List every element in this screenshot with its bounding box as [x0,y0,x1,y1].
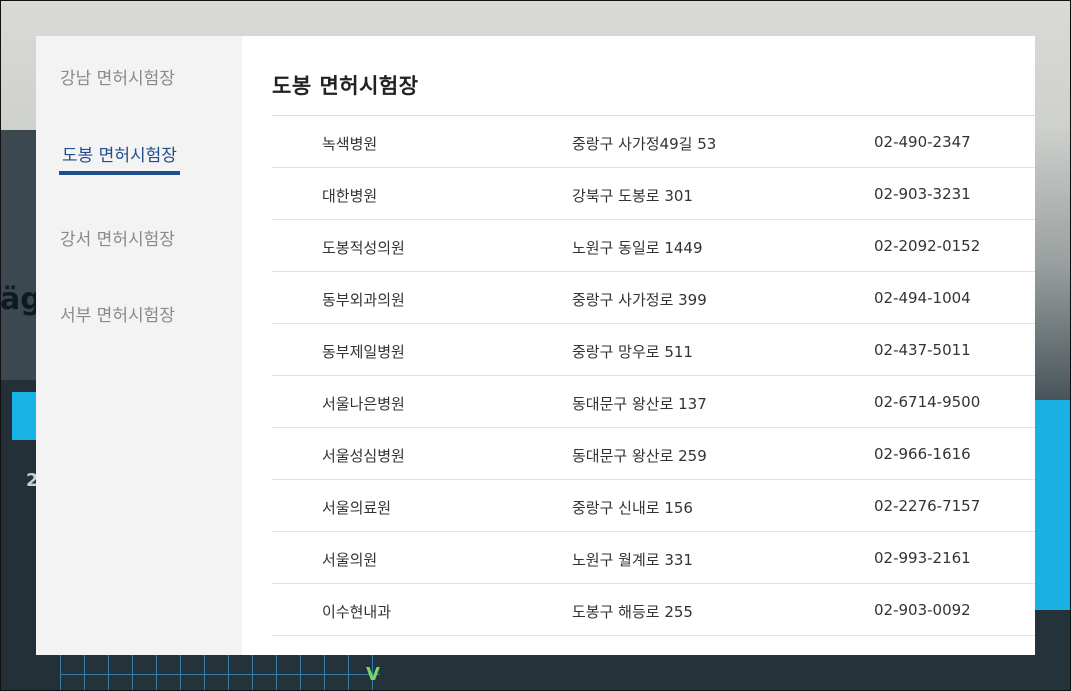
table-row: 서울성심병원 동대문구 왕산로 259 02-966-1616 [272,428,1035,480]
hospital-name: 서울성심병원 [322,447,405,465]
hospital-phone: 02-437-5011 [874,341,971,359]
background-shape [1033,400,1071,610]
table-row: 동부제일병원 중랑구 망우로 511 02-437-5011 [272,324,1035,376]
hospital-phone: 02-6714-9500 [874,393,981,411]
table-row: 동부외과의원 중랑구 사가정로 399 02-494-1004 [272,272,1035,324]
hospital-phone: 02-2092-0152 [874,237,981,255]
hospital-phone: 02-993-2161 [874,549,971,567]
table-row: 서울나은병원 동대문구 왕산로 137 02-6714-9500 [272,376,1035,428]
hospital-name: 서울의료원 [322,499,392,517]
hospital-address: 동대문구 왕산로 137 [572,395,707,413]
table-row: 녹색병원 중랑구 사가정49길 53 02-490-2347 [272,116,1035,168]
modal-panel: 강남 면허시험장 도봉 면허시험장 강서 면허시험장 서부 면허시험장 도봉 면… [36,36,1035,655]
hospital-name: 서울나은병원 [322,395,405,413]
hospital-address: 노원구 월계로 331 [572,551,693,569]
main-content: 도봉 면허시험장 녹색병원 중랑구 사가정49길 53 02-490-2347 대한병… [242,36,1035,655]
hospital-address: 동대문구 왕산로 259 [572,447,707,465]
hospital-address: 강북구 도봉로 301 [572,187,693,205]
hospital-phone: 02-494-1004 [874,289,971,307]
hospital-address: 중랑구 신내로 156 [572,499,693,517]
hospital-address: 중랑구 사가정로 399 [572,291,707,309]
sidebar-item-seobu[interactable]: 서부 면허시험장 [60,301,175,326]
hospital-name: 대한병원 [322,187,378,205]
table-row: 서울의료원 중랑구 신내로 156 02-2276-7157 [272,480,1035,532]
hospital-phone: 02-490-2347 [874,133,971,151]
table-row: 도봉적성의원 노원구 동일로 1449 02-2092-0152 [272,220,1035,272]
hospital-address: 중랑구 망우로 511 [572,343,693,361]
table-row: 대한병원 강북구 도봉로 301 02-903-3231 [272,168,1035,220]
sidebar-item-dobong[interactable]: 도봉 면허시험장 [59,141,180,175]
sidebar-item-gangnam[interactable]: 강남 면허시험장 [60,64,175,89]
hospital-address: 노원구 동일로 1449 [572,239,703,257]
table-row: 이수현내과 도봉구 해등로 255 02-903-0092 [272,584,1035,636]
hospital-name: 동부외과의원 [322,291,405,309]
page-title: 도봉 면허시험장 [272,74,419,98]
background-grid [60,650,380,691]
hospital-name: 서울의원 [322,551,378,569]
hospital-table: 녹색병원 중랑구 사가정49길 53 02-490-2347 대한병원 강북구 도봉로 … [272,115,1035,636]
hospital-phone: 02-2276-7157 [874,497,981,515]
table-row: 서울의원 노원구 월계로 331 02-993-2161 [272,532,1035,584]
hospital-phone: 02-966-1616 [874,445,971,463]
hospital-address: 도봉구 해등로 255 [572,603,693,621]
hospital-phone: 02-903-3231 [874,185,971,203]
hospital-name: 이수현내과 [322,603,392,621]
hospital-name: 동부제일병원 [322,343,405,361]
sidebar: 강남 면허시험장 도봉 면허시험장 강서 면허시험장 서부 면허시험장 [36,36,242,655]
hospital-name: 녹색병원 [322,135,378,153]
sidebar-item-gangseo[interactable]: 강서 면허시험장 [60,225,175,250]
hospital-phone: 02-903-0092 [874,601,971,619]
background-letter: V [366,664,380,685]
hospital-name: 도봉적성의원 [322,239,405,257]
hospital-address: 중랑구 사가정49길 53 [572,135,717,153]
